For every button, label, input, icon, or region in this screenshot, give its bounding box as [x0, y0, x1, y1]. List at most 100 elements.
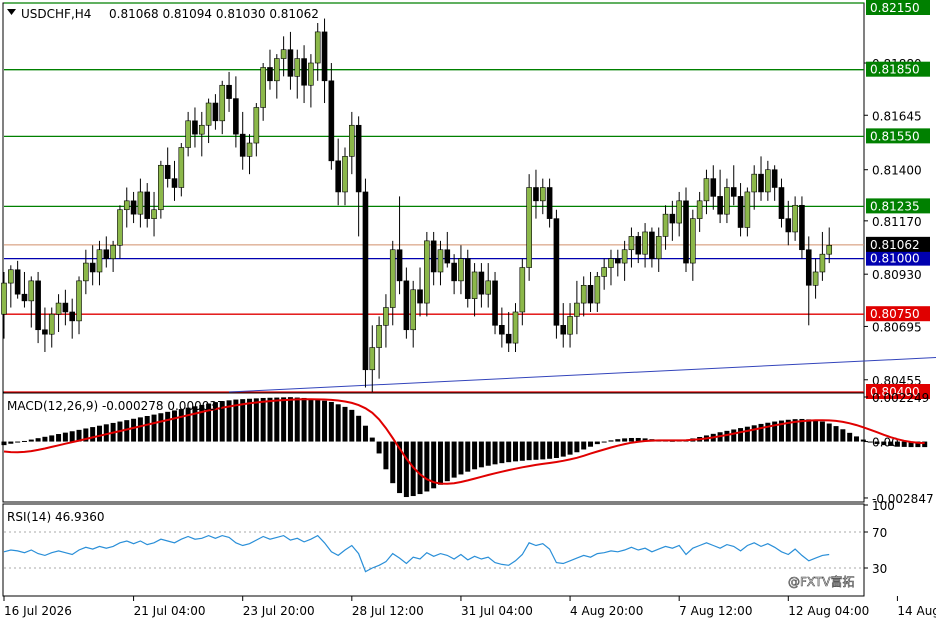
candle-body — [771, 169, 778, 188]
candle-body — [55, 302, 62, 315]
macd-bar — [758, 423, 764, 442]
macd-bar — [315, 399, 321, 442]
candle-body — [444, 249, 451, 264]
macd-bar — [540, 441, 546, 460]
macd-bar — [533, 441, 539, 460]
macd-bar — [69, 431, 75, 442]
macd-bar — [506, 441, 512, 463]
candle-body — [601, 267, 607, 277]
candle-body — [314, 31, 321, 64]
macd-bar — [458, 441, 464, 475]
macd-bar — [874, 441, 880, 444]
candle-body — [280, 49, 287, 59]
level-tag-label: 0.81550 — [870, 129, 920, 143]
candle-body — [178, 147, 185, 188]
candle-body — [546, 187, 553, 219]
candle-body — [369, 347, 376, 371]
candle-body — [294, 58, 301, 77]
macd-bar — [881, 441, 887, 446]
macd-label: MACD(12,26,9) -0.000278 0.000037 — [7, 399, 225, 413]
candle-body — [158, 164, 164, 211]
macd-bar — [342, 406, 348, 442]
candle-body — [737, 196, 744, 228]
macd-axis-tick-label: 0.002249 — [872, 391, 929, 405]
watermark-text: @FXTV富拓 — [788, 574, 854, 589]
macd-bar — [96, 425, 102, 442]
candle-body — [273, 58, 280, 82]
candle-body — [758, 173, 764, 193]
time-tick-label: 4 Aug 20:00 — [570, 604, 643, 618]
time-tick-label: 16 Jul 2026 — [4, 604, 72, 618]
candle-body — [683, 200, 689, 264]
candle-body — [35, 280, 41, 331]
candle-body — [1, 282, 7, 315]
candle-body — [539, 187, 546, 202]
candle-body — [42, 329, 48, 335]
candle — [799, 196, 805, 259]
time-tick-label: 28 Jul 12:00 — [352, 604, 424, 618]
candle-body — [676, 200, 682, 224]
candle-body — [89, 262, 96, 273]
candle-body — [335, 160, 341, 193]
candle-body — [703, 178, 710, 202]
macd-bar — [738, 428, 744, 442]
candle-body — [765, 169, 771, 193]
candle-body — [478, 271, 485, 295]
macd-bar — [42, 436, 48, 442]
candle-body — [212, 102, 219, 122]
macd-bar — [628, 437, 634, 442]
candle-body — [8, 269, 14, 284]
macd-bar — [362, 425, 368, 442]
macd-bar — [390, 441, 396, 484]
axis-tick-label: 0.80930 — [872, 268, 922, 282]
candle-body — [744, 191, 751, 228]
candle-body — [574, 302, 580, 317]
candle-body — [376, 325, 382, 348]
candle-body — [246, 142, 253, 157]
candle-body — [778, 187, 785, 219]
macd-bar — [376, 441, 382, 454]
level-tag-label: 0.81235 — [870, 199, 920, 213]
candle-body — [608, 258, 614, 268]
axis-tick-label: 0.81645 — [872, 109, 922, 123]
candle-body — [410, 289, 417, 331]
chart-header[interactable]: USDCHF,H4 0.81068 0.81094 0.81030 0.8106… — [7, 7, 319, 21]
macd-bar — [574, 441, 580, 453]
macd-bar — [894, 441, 900, 447]
level-tag-label: 0.82150 — [870, 1, 920, 15]
candle-body — [287, 49, 294, 77]
candle-body — [587, 285, 594, 304]
macd-bar — [744, 426, 750, 442]
macd-bar — [819, 421, 825, 442]
candle-body — [110, 244, 116, 259]
macd-bar — [840, 429, 846, 442]
rsi-axis-tick-label: 30 — [872, 562, 887, 576]
candle — [553, 209, 560, 339]
trading-chart[interactable]: 0.818800.816450.814000.811700.809300.806… — [0, 0, 936, 624]
candle — [158, 160, 164, 219]
macd-bar — [478, 441, 484, 468]
macd-bar — [437, 441, 443, 485]
candle-body — [144, 191, 151, 219]
candle-body — [219, 84, 226, 122]
candle-body — [519, 267, 526, 313]
macd-bar — [826, 423, 832, 442]
candle-body — [724, 187, 730, 215]
candle-body — [560, 325, 567, 335]
candle-body — [130, 200, 137, 215]
macd-bar — [860, 439, 866, 442]
candle-body — [233, 98, 239, 135]
macd-bar — [588, 441, 594, 447]
macd-bar — [144, 415, 150, 442]
candle — [492, 271, 498, 335]
axis-tick-label: 0.81170 — [872, 215, 922, 229]
macd-bar — [151, 414, 157, 442]
macd-bar — [403, 441, 409, 498]
candle-body — [526, 187, 532, 268]
candle-body — [669, 213, 676, 224]
candle-body — [21, 293, 28, 302]
candle-body — [349, 124, 355, 157]
candle-body — [512, 311, 519, 344]
macd-bar — [281, 397, 287, 442]
candle-body — [690, 218, 696, 264]
